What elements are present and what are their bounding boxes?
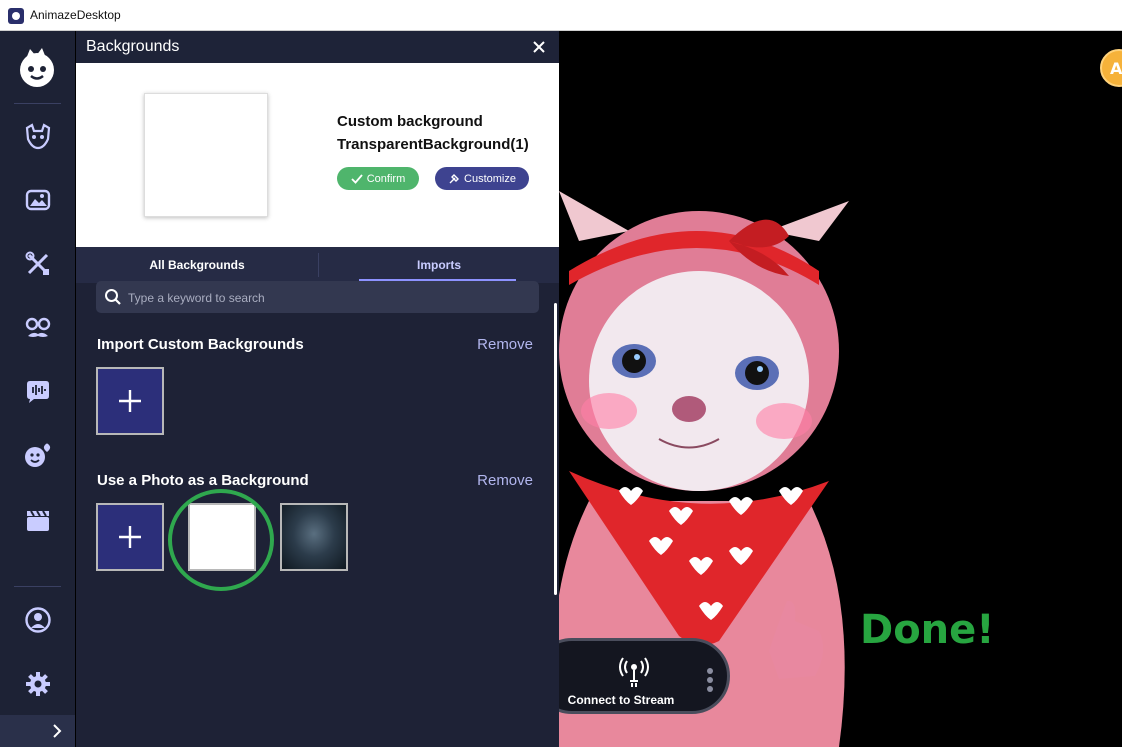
gear-icon[interactable] (22, 668, 54, 700)
voice-icon[interactable] (22, 376, 54, 408)
sidebar-expand-button[interactable] (0, 715, 75, 747)
animaze-logo-icon[interactable] (14, 45, 60, 91)
plus-icon (119, 390, 141, 412)
avatar-canvas: A Done! Connect to Stream (559, 31, 1122, 747)
background-tabs: All Backgrounds Imports (76, 247, 559, 283)
image-icon[interactable] (22, 184, 54, 216)
search-box (96, 281, 539, 315)
preview-thumbnail (144, 93, 268, 217)
plus-icon (119, 526, 141, 548)
import-section-title: Import Custom Backgrounds (97, 336, 304, 353)
sidebar (0, 31, 75, 747)
more-options-icon[interactable] (707, 667, 713, 693)
user-icon[interactable] (22, 604, 54, 636)
connect-to-stream-label: Connect to Stream (567, 693, 675, 707)
panel-header: Backgrounds (76, 31, 559, 63)
tab-imports[interactable]: Imports (319, 247, 559, 283)
glasses-mustache-icon[interactable] (22, 312, 54, 344)
broadcast-icon (619, 657, 649, 687)
import-remove-button[interactable]: Remove (477, 336, 533, 353)
brush-icon (449, 173, 460, 183)
check-icon (351, 173, 363, 184)
background-preview: Custom background TransparentBackground(… (76, 63, 559, 247)
customize-button-label: Customize (464, 172, 516, 185)
background-name: TransparentBackground(1) (337, 136, 529, 153)
background-type-label: Custom background (337, 113, 483, 130)
done-overlay-text: Done! (860, 607, 995, 653)
panel-scrollbar[interactable] (554, 303, 557, 595)
photo-section-title: Use a Photo as a Background (97, 472, 309, 489)
panel-title: Backgrounds (86, 38, 180, 55)
sidebar-divider (14, 586, 61, 587)
search-input[interactable] (126, 281, 530, 315)
chevron-right-icon (53, 724, 62, 738)
photo-background-add-button[interactable] (96, 503, 164, 571)
photo-thumbnail-transparent[interactable] (188, 503, 256, 571)
search-icon (105, 289, 121, 305)
tab-all-backgrounds[interactable]: All Backgrounds (76, 247, 318, 283)
wrench-brush-icon[interactable] (22, 248, 54, 280)
import-background-add-button[interactable] (96, 367, 164, 435)
sidebar-divider (14, 103, 61, 104)
raccoon-face-icon[interactable] (22, 120, 54, 152)
confirm-button[interactable]: Confirm (337, 167, 419, 190)
photo-thumbnail-landscape[interactable] (280, 503, 348, 571)
window-title: AnimazeDesktop (30, 8, 121, 22)
clapperboard-icon[interactable] (22, 504, 54, 536)
window-titlebar: AnimazeDesktop (0, 0, 1122, 31)
confirm-button-label: Confirm (366, 172, 406, 185)
connect-to-stream-button[interactable]: Connect to Stream (559, 638, 730, 714)
photo-remove-button[interactable]: Remove (477, 472, 533, 489)
backgrounds-panel: Backgrounds Custom background Transparen… (76, 31, 559, 747)
customize-button[interactable]: Customize (435, 167, 529, 190)
face-heart-icon[interactable] (22, 440, 54, 472)
close-icon[interactable] (531, 39, 547, 55)
app-icon (8, 8, 24, 24)
coin-badge[interactable]: A (1100, 49, 1122, 87)
